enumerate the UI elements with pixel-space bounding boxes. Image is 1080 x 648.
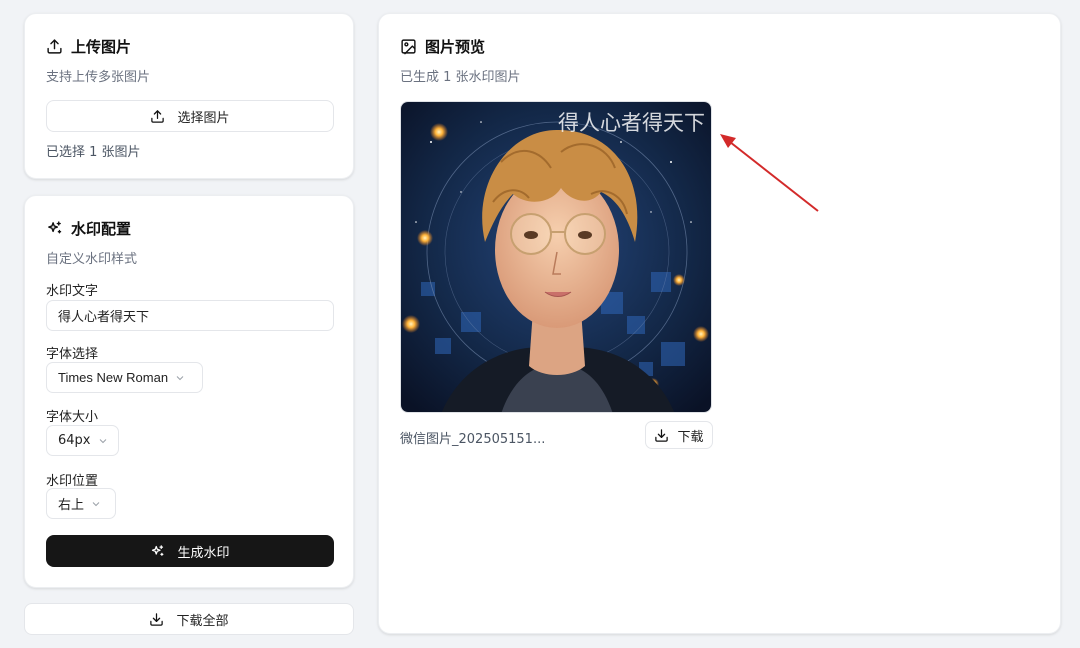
upload-title-text: 上传图片 <box>71 38 132 56</box>
chevron-down-icon <box>176 375 184 380</box>
watermark-text-input[interactable]: 得人心者得天下 <box>46 300 334 331</box>
font-size-select[interactable]: 64px <box>46 425 119 456</box>
portrait-illustration: 得人心者得天下 <box>401 102 711 412</box>
generate-watermark-button[interactable]: 生成水印 <box>46 535 334 567</box>
select-image-button[interactable]: 选择图片 <box>46 100 334 132</box>
font-select-label: 字体选择 <box>46 347 99 362</box>
image-icon <box>401 39 416 55</box>
chevron-down-icon <box>99 438 106 443</box>
font-size-value: 64px <box>58 433 91 448</box>
sparkles-icon <box>48 221 62 234</box>
preview-title-text: 图片预览 <box>425 38 486 56</box>
font-select[interactable]: Times New Roman <box>46 362 203 393</box>
download-all-button[interactable]: 下载全部 <box>24 603 354 635</box>
preview-subtitle: 已生成 1 张水印图片 <box>400 70 521 85</box>
position-label: 水印位置 <box>46 474 99 489</box>
selected-count-text: 已选择 1 张图片 <box>46 145 141 160</box>
font-select-value: Times New Roman <box>58 370 169 385</box>
watermark-config-card: 水印配置 自定义水印样式 水印文字 得人心者得天下 字体选择 Times New… <box>24 195 354 588</box>
image-watermark-text: 得人心者得天下 <box>558 111 705 135</box>
position-value: 右上 <box>58 498 85 513</box>
position-select[interactable]: 右上 <box>46 488 116 519</box>
sparkles-icon <box>152 544 164 556</box>
upload-subtitle: 支持上传多张图片 <box>46 70 151 85</box>
generate-watermark-label: 生成水印 <box>177 545 230 561</box>
config-title: 水印配置 <box>46 218 137 239</box>
preview-title: 图片预览 <box>400 36 521 57</box>
image-filename: 微信图片_202505151... <box>400 432 546 447</box>
watermark-text-label: 水印文字 <box>46 284 99 299</box>
download-all-label: 下载全部 <box>176 613 229 629</box>
font-size-label: 字体大小 <box>46 410 99 425</box>
download-icon <box>150 612 164 626</box>
upload-title: 上传图片 <box>46 36 150 57</box>
chevron-down-icon <box>92 501 100 506</box>
upload-card: 上传图片 支持上传多张图片 选择图片 已选择 1 张图片 <box>24 13 354 179</box>
preview-card: 图片预览 已生成 1 张水印图片 得人心者得天下 微信图片_202505151.… <box>378 13 1061 634</box>
upload-icon <box>151 109 165 123</box>
select-image-label: 选择图片 <box>177 110 230 126</box>
watermarked-image-preview[interactable]: 得人心者得天下 <box>400 101 712 413</box>
config-subtitle: 自定义水印样式 <box>46 252 138 267</box>
config-title-text: 水印配置 <box>71 220 132 238</box>
image-download-button[interactable]: 下载 <box>645 421 713 449</box>
download-icon <box>655 428 669 442</box>
image-download-label: 下载 <box>677 429 704 445</box>
upload-icon <box>47 39 62 54</box>
